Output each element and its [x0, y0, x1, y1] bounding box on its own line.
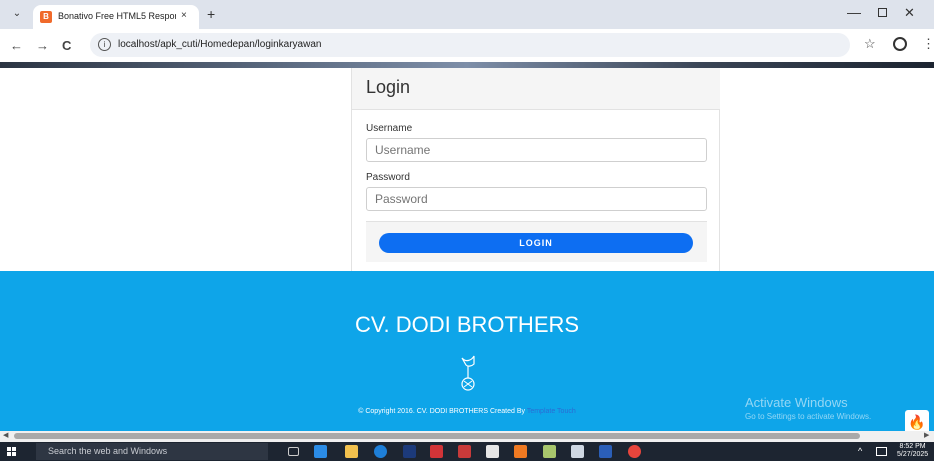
forward-icon[interactable]: →: [36, 38, 49, 53]
flash-icon[interactable]: [430, 445, 443, 458]
app-icon[interactable]: [543, 445, 556, 458]
scroll-right-icon[interactable]: ▶: [924, 431, 929, 439]
vscode-icon[interactable]: [314, 445, 327, 458]
back-icon[interactable]: ←: [10, 38, 23, 53]
username-label: Username: [366, 123, 413, 134]
scrollbar-thumb[interactable]: [14, 433, 860, 439]
word-icon[interactable]: [599, 445, 612, 458]
login-button-area: LOGIN: [366, 221, 707, 262]
chevron-down-icon[interactable]: ⌄: [9, 8, 25, 22]
site-info-icon[interactable]: i: [98, 38, 111, 51]
windows-taskbar: Search the web and Windows ^ 8:52 PM 5/2…: [0, 442, 934, 461]
window-close-button[interactable]: ✕: [904, 5, 915, 21]
browser-tab-bar: ⌄ B Bonativo Free HTML5 Responsi × + — ✕: [0, 0, 934, 29]
login-title: Login: [366, 77, 411, 97]
profile-icon[interactable]: [893, 37, 907, 51]
login-heading: Login: [352, 68, 720, 110]
taskbar-search-placeholder: Search the web and Windows: [48, 446, 168, 456]
scroll-left-icon[interactable]: ◀: [3, 431, 8, 439]
password-label: Password: [366, 172, 410, 183]
maximize-button[interactable]: [878, 8, 887, 17]
tab-title: Bonativo Free HTML5 Responsi: [58, 11, 176, 21]
login-panel: Login Username Password LOGIN: [351, 68, 720, 271]
edge-icon[interactable]: [374, 445, 387, 458]
address-bar: ← → C i localhost/apk_cuti/Homedepan/log…: [0, 29, 934, 62]
clock-time: 8:52 PM: [899, 443, 926, 450]
kebab-icon[interactable]: ⋮: [922, 36, 934, 52]
favicon-icon: B: [40, 11, 52, 23]
footer-brand: CV. DODI BROTHERS: [354, 312, 580, 337]
login-button[interactable]: LOGIN: [379, 233, 693, 253]
tab-close-button[interactable]: ×: [181, 10, 187, 21]
downloads-icon[interactable]: [571, 445, 584, 458]
copyright-label: © Copyright 2016. CV. DODI BROTHERS Crea…: [358, 408, 525, 415]
new-tab-button[interactable]: +: [207, 6, 215, 22]
clock-date: 5/27/2025: [897, 451, 929, 458]
social-icon[interactable]: [458, 354, 478, 392]
url-text: localhost/apk_cuti/Homedepan/loginkaryaw…: [118, 39, 322, 50]
tray-caret-icon[interactable]: ^: [858, 446, 862, 456]
notification-icon[interactable]: [876, 447, 887, 456]
star-icon[interactable]: ☆: [864, 36, 876, 52]
activate-subtitle: Go to Settings to activate Windows.: [745, 412, 872, 421]
site-footer: CV. DODI BROTHERS © Copyright 2016. CV. …: [0, 271, 934, 434]
task-view-icon[interactable]: [288, 447, 299, 456]
browser-tab[interactable]: B Bonativo Free HTML5 Responsi ×: [33, 5, 199, 29]
chrome-icon[interactable]: [628, 445, 641, 458]
activate-windows-watermark: Activate Windows Go to Settings to activ…: [745, 395, 871, 421]
horizontal-scrollbar[interactable]: ◀ ▶: [0, 431, 934, 442]
acrobat-icon[interactable]: [458, 445, 471, 458]
credit-link[interactable]: Template Touch: [527, 408, 576, 415]
minimize-button[interactable]: —: [847, 4, 861, 20]
package-icon[interactable]: [486, 445, 499, 458]
url-field[interactable]: i localhost/apk_cuti/Homedepan/loginkary…: [90, 33, 850, 57]
password-input[interactable]: [366, 187, 707, 211]
xampp-icon[interactable]: [514, 445, 527, 458]
username-input[interactable]: [366, 138, 707, 162]
photoshop-icon[interactable]: [403, 445, 416, 458]
activate-title: Activate Windows: [745, 395, 848, 410]
file-explorer-icon[interactable]: [345, 445, 358, 458]
windows-start-icon[interactable]: [7, 447, 17, 457]
page-content: Login Username Password LOGIN: [0, 68, 934, 271]
reload-icon[interactable]: C: [62, 38, 71, 53]
taskbar-clock[interactable]: 8:52 PM 5/27/2025: [897, 443, 928, 459]
taskbar-search[interactable]: Search the web and Windows: [36, 443, 268, 460]
